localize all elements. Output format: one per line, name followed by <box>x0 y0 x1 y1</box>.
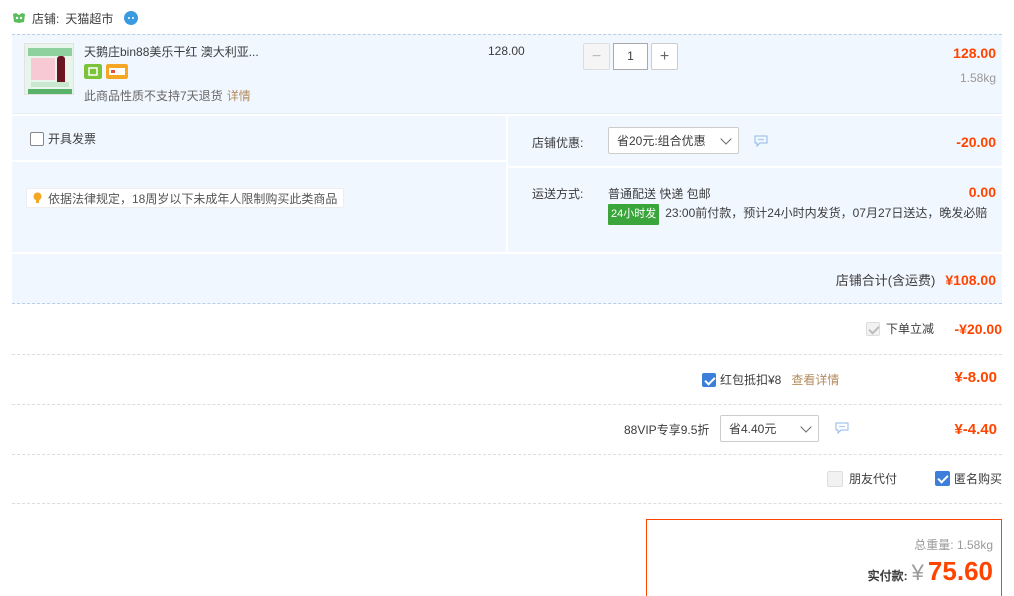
product-thumbnail[interactable] <box>24 43 74 95</box>
quantity-stepper: − 1 + <box>583 43 678 70</box>
total-weight-value: 1.58kg <box>956 538 993 552</box>
actual-payment-row: 实付款: ¥ 75.60 <box>868 556 993 587</box>
shop-total-row: 店铺合计(含运费) ¥108.00 <box>12 254 1002 304</box>
tmall-guarantee-badge-icon[interactable] <box>84 64 102 79</box>
shop-discount-select[interactable]: 省20元:组合优惠 <box>608 127 739 154</box>
instant-discount-amount: -¥20.00 <box>954 320 1002 337</box>
shop-name[interactable]: 天猫超市 <box>65 10 113 27</box>
cart-item-row: 天鹅庄bin88美乐干红 澳大利亚... 此商品性质不支持7天退货 详情 128.… <box>12 34 1002 114</box>
divider <box>12 404 1002 405</box>
return-policy-text: 此商品性质不支持7天退货 <box>84 89 223 103</box>
shipping-method: 普通配送 快递 包邮 <box>608 187 711 201</box>
shop-discount-label: 店铺优惠: <box>532 136 584 150</box>
divider <box>12 454 1002 455</box>
product-title[interactable]: 天鹅庄bin88美乐干红 澳大利亚... <box>84 43 259 60</box>
return-policy-details-link[interactable]: 详情 <box>227 89 251 103</box>
message-icon[interactable] <box>754 135 768 147</box>
chevron-down-icon <box>720 132 732 145</box>
friend-pay-checkbox[interactable] <box>827 470 843 487</box>
quantity-input[interactable]: 1 <box>613 43 648 70</box>
instant-discount-checkbox <box>865 321 880 336</box>
vip-discount-amount: ¥-4.40 <box>954 421 997 438</box>
instant-discount-row: 下单立减 -¥20.00 <box>865 320 1002 337</box>
24h-dispatch-tag: 24小时发 <box>608 204 660 225</box>
line-weight: 1.58kg <box>959 71 996 85</box>
invoice-label: 开具发票 <box>48 132 97 146</box>
anonymous-purchase-option[interactable]: 匿名购买 <box>935 470 1002 487</box>
vip-discount-label: 88VIP专享9.5折 <box>624 423 710 437</box>
shop-total-amount: ¥108.00 <box>945 271 996 288</box>
wangwang-chat-icon[interactable] <box>123 10 139 26</box>
quantity-increase-button[interactable]: + <box>651 43 678 70</box>
anonymous-purchase-label: 匿名购买 <box>954 472 1003 486</box>
red-packet-label: 红包抵扣¥8 <box>720 373 782 387</box>
actual-payment-label: 实付款: <box>867 569 908 583</box>
shop-icon <box>13 13 25 23</box>
service-badges <box>84 64 128 79</box>
payment-summary-box: 总重量: 1.58kg 实付款: ¥ 75.60 <box>646 519 1002 596</box>
red-packet-details-link[interactable]: 查看详情 <box>791 371 839 388</box>
anonymous-purchase-checkbox[interactable] <box>935 471 950 486</box>
total-weight-row: 总重量: 1.58kg <box>914 536 993 553</box>
invoice-option[interactable]: 开具发票 <box>30 130 96 147</box>
shop-header: 店铺: 天猫超市 <box>12 8 139 28</box>
actual-payment-amount: 75.60 <box>927 556 993 586</box>
shipping-fee: 0.00 <box>968 184 996 200</box>
vip-discount-selected: 省4.40元 <box>729 422 777 436</box>
age-restriction-text: 依据法律规定，18周岁以下未成年人限制购买此类商品 <box>48 191 338 206</box>
chevron-down-icon <box>800 420 812 433</box>
invoice-checkbox[interactable] <box>30 131 44 146</box>
shipping-detail: 24小时发 23:00前付款，预计24小时内发货，07月27日送达，晚发必赔 <box>608 204 992 225</box>
return-policy-note: 此商品性质不支持7天退货 详情 <box>84 87 251 104</box>
currency-symbol: ¥ <box>911 560 924 585</box>
unit-price: 128.00 <box>488 44 525 58</box>
shop-total-label: 店铺合计(含运费) <box>835 273 936 288</box>
message-icon[interactable] <box>835 422 849 434</box>
shipping-detail-text: 23:00前付款，预计24小时内发货，07月27日送达，晚发必赔 <box>665 206 988 220</box>
divider <box>12 503 1002 504</box>
vip-discount-select[interactable]: 省4.40元 <box>720 415 819 442</box>
red-packet-amount: ¥-8.00 <box>954 369 997 386</box>
total-weight-label: 总重量: <box>914 538 954 552</box>
instant-discount-label: 下单立减 <box>885 322 934 336</box>
credit-card-badge-icon[interactable] <box>106 64 128 79</box>
order-options-left: 开具发票 依据法律规定，18周岁以下未成年人限制购买此类商品 <box>12 116 506 252</box>
red-packet-checkbox[interactable] <box>702 372 716 387</box>
age-restriction-notice: 依据法律规定，18周岁以下未成年人限制购买此类商品 <box>26 188 345 208</box>
order-options-right: 店铺优惠: 省20元:组合优惠 -20.00 运送方式: 普通配送 快递 包邮 … <box>508 116 1002 252</box>
quantity-decrease-button[interactable]: − <box>583 43 610 70</box>
shop-discount-amount: -20.00 <box>956 134 996 150</box>
shop-label: 店铺: <box>32 11 60 26</box>
shipping-label: 运送方式: <box>532 187 584 201</box>
friend-pay-option[interactable]: 朋友代付 <box>827 470 897 487</box>
friend-pay-label: 朋友代付 <box>849 472 898 486</box>
divider <box>12 354 1002 355</box>
bulb-icon <box>33 192 42 203</box>
shop-discount-selected: 省20元:组合优惠 <box>617 134 706 148</box>
line-total: 128.00 <box>953 45 996 61</box>
red-packet-row: 红包抵扣¥8 查看详情 <box>702 371 839 388</box>
